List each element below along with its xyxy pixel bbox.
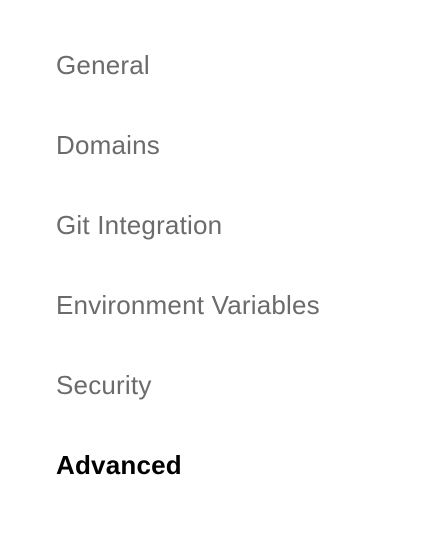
nav-item-git-integration[interactable]: Git Integration [56,185,320,265]
settings-nav: General Domains Git Integration Environm… [56,25,320,505]
nav-item-general[interactable]: General [56,25,320,105]
nav-item-advanced[interactable]: Advanced [56,425,320,505]
nav-item-environment-variables[interactable]: Environment Variables [56,265,320,345]
nav-item-domains[interactable]: Domains [56,105,320,185]
nav-item-security[interactable]: Security [56,345,320,425]
